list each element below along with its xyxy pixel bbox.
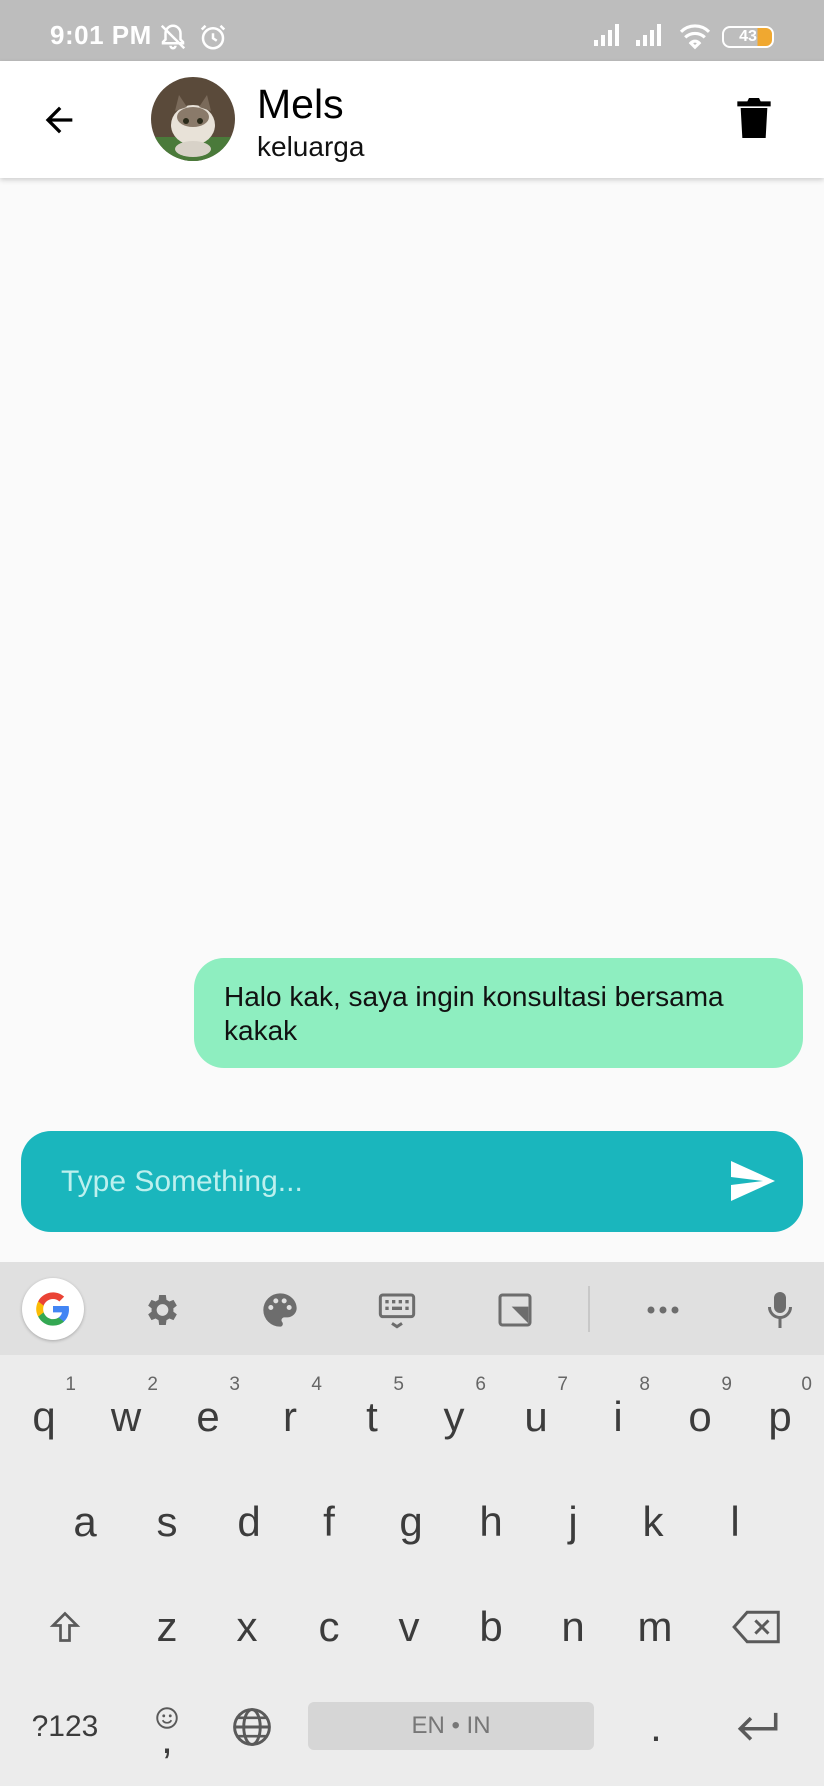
comma-key[interactable]: , — [125, 1682, 209, 1772]
google-icon[interactable] — [22, 1278, 84, 1340]
enter-key[interactable] — [716, 1682, 800, 1772]
trash-icon — [737, 98, 771, 138]
one-handed-mode-icon[interactable] — [485, 1280, 545, 1340]
message-input[interactable] — [61, 1131, 701, 1232]
symbols-key[interactable]: ?123 — [10, 1682, 120, 1772]
palette-icon[interactable] — [250, 1280, 310, 1340]
key-i[interactable]: i8 — [578, 1372, 658, 1462]
space-bar[interactable]: EN • IN — [308, 1702, 594, 1750]
key-u[interactable]: u7 — [496, 1372, 576, 1462]
shift-arrow-icon — [49, 1611, 81, 1642]
key-f[interactable]: f — [289, 1477, 369, 1567]
key-t[interactable]: t5 — [332, 1372, 412, 1462]
back-button[interactable] — [30, 91, 88, 149]
toolbar-divider — [588, 1286, 590, 1332]
shift-key[interactable] — [20, 1582, 110, 1672]
key-k[interactable]: k — [613, 1477, 693, 1567]
cat-photo — [151, 77, 235, 161]
microphone-icon[interactable] — [750, 1280, 810, 1340]
key-o[interactable]: o9 — [660, 1372, 740, 1462]
soft-keyboard: q1 w2 e3 r4 t5 y6 u7 i8 o9 p0 a s d f g … — [0, 1262, 824, 1786]
send-button[interactable] — [726, 1156, 780, 1206]
period-key[interactable]: . — [614, 1682, 698, 1772]
backspace-icon — [732, 1610, 780, 1644]
key-q[interactable]: q1 — [4, 1372, 84, 1462]
message-bubble-outgoing: Halo kak, saya ingin konsultasi bersama … — [194, 958, 803, 1068]
key-x[interactable]: x — [207, 1582, 287, 1672]
send-icon — [731, 1161, 775, 1201]
key-d[interactable]: d — [209, 1477, 289, 1567]
contact-name: Mels — [257, 81, 344, 127]
status-time: 9:01 PM — [50, 20, 152, 50]
delete-button[interactable] — [730, 93, 778, 143]
avatar[interactable] — [151, 77, 235, 161]
alarm-icon — [198, 22, 228, 57]
key-m[interactable]: m — [613, 1582, 697, 1672]
key-p[interactable]: p0 — [740, 1372, 820, 1462]
globe-icon — [233, 1708, 271, 1746]
language-switch-key[interactable] — [210, 1682, 294, 1772]
key-c[interactable]: c — [289, 1582, 369, 1672]
more-options-icon[interactable] — [633, 1280, 693, 1340]
keyboard-toolbar — [0, 1262, 824, 1355]
key-w[interactable]: w2 — [86, 1372, 166, 1462]
settings-gear-icon[interactable] — [131, 1280, 191, 1340]
wifi-icon — [678, 22, 712, 55]
key-l[interactable]: l — [695, 1477, 775, 1567]
key-b[interactable]: b — [451, 1582, 531, 1672]
key-z[interactable]: z — [127, 1582, 207, 1672]
key-g[interactable]: g — [371, 1477, 451, 1567]
keyboard-icon[interactable] — [367, 1280, 427, 1340]
app-bar: Mels keluarga — [0, 61, 824, 178]
signal-icon — [634, 22, 666, 53]
key-a[interactable]: a — [45, 1477, 125, 1567]
status-bar: 9:01 PM 43 — [0, 0, 824, 61]
contact-subtitle: keluarga — [257, 131, 365, 162]
key-y[interactable]: y6 — [414, 1372, 494, 1462]
mute-notifications-icon — [158, 22, 188, 57]
key-v[interactable]: v — [369, 1582, 449, 1672]
key-s[interactable]: s — [127, 1477, 207, 1567]
key-r[interactable]: r4 — [250, 1372, 330, 1462]
message-composer — [21, 1131, 803, 1232]
backspace-key[interactable] — [710, 1582, 804, 1672]
battery-indicator: 43 — [722, 26, 774, 48]
key-n[interactable]: n — [533, 1582, 613, 1672]
key-h[interactable]: h — [451, 1477, 531, 1567]
signal-icon — [592, 22, 624, 53]
key-e[interactable]: e3 — [168, 1372, 248, 1462]
key-j[interactable]: j — [533, 1477, 613, 1567]
enter-return-icon — [737, 1712, 778, 1741]
arrow-back-icon — [45, 106, 73, 134]
